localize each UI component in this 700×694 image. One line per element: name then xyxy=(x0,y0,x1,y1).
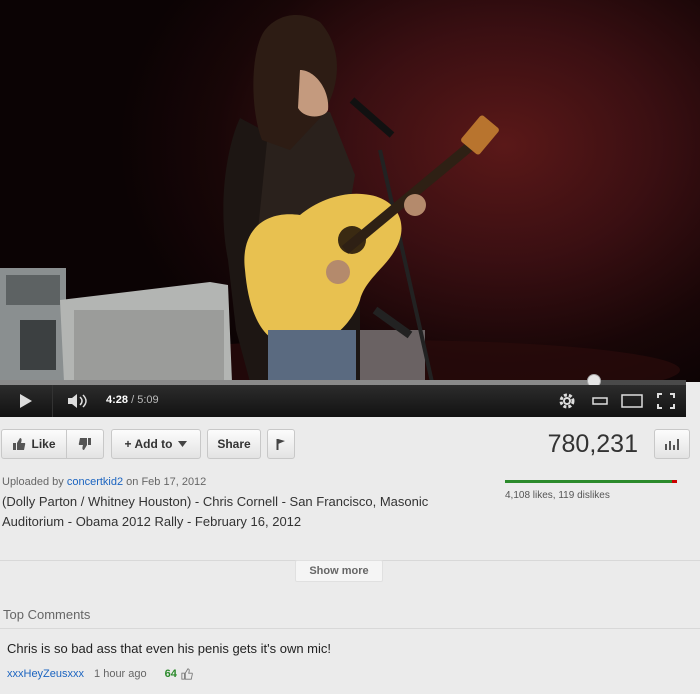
like-ratio-bar xyxy=(505,480,677,483)
video-description: (Dolly Parton / Whitney Houston) - Chris… xyxy=(2,494,429,529)
uploader-link[interactable]: concertkid2 xyxy=(67,476,123,488)
uploaded-prefix: Uploaded by xyxy=(2,476,64,488)
thumbs-up-icon[interactable] xyxy=(181,668,193,680)
duration: / 5:09 xyxy=(131,394,159,406)
thumbs-up-icon xyxy=(13,438,26,450)
divider xyxy=(0,628,700,629)
dislike-button[interactable] xyxy=(66,429,104,459)
comments-section-title: Top Comments xyxy=(3,607,91,622)
video-frame[interactable] xyxy=(0,0,700,382)
uploaded-by: Uploaded by concertkid2 on Feb 17, 2012 xyxy=(2,476,206,488)
volume-icon xyxy=(68,394,87,408)
small-player-button[interactable] xyxy=(588,385,612,417)
stats-button[interactable] xyxy=(654,429,690,459)
like-ratio-fill xyxy=(505,480,673,483)
large-player-button[interactable] xyxy=(618,385,646,417)
comment-author[interactable]: xxxHeyZeusxxx xyxy=(7,668,84,680)
play-icon xyxy=(20,394,32,408)
small-player-icon xyxy=(592,397,608,405)
thumbs-down-icon xyxy=(78,438,91,450)
settings-button[interactable] xyxy=(554,385,580,417)
like-button[interactable]: Like xyxy=(1,429,67,459)
share-button[interactable]: Share xyxy=(207,429,261,459)
dropdown-arrow-icon xyxy=(178,441,188,447)
video-still-image xyxy=(0,15,680,382)
large-player-icon xyxy=(621,394,643,408)
time-display: 4:28 / 5:09 xyxy=(106,394,159,406)
like-label: Like xyxy=(31,437,56,451)
stats-bars-icon xyxy=(665,439,679,450)
comment-score: 64 xyxy=(164,668,177,680)
comment-text: Chris is so bad ass that even his penis … xyxy=(7,641,332,656)
comment-meta: xxxHeyZeusxxx 1 hour ago 64 xyxy=(7,668,193,680)
fullscreen-button[interactable] xyxy=(652,385,680,417)
play-button[interactable] xyxy=(0,385,53,417)
upload-date: on Feb 17, 2012 xyxy=(126,476,207,488)
likes-summary: 4,108 likes, 119 dislikes xyxy=(505,490,610,501)
comment-time: 1 hour ago xyxy=(94,668,147,680)
show-more-button[interactable]: Show more xyxy=(295,560,383,582)
view-count: 780,231 xyxy=(547,430,638,458)
add-to-label: + Add to xyxy=(124,437,173,451)
flag-button[interactable] xyxy=(267,429,295,459)
share-label: Share xyxy=(217,437,251,451)
flag-icon xyxy=(276,439,285,450)
player-controls: 4:28 / 5:09 xyxy=(0,385,686,417)
add-to-button[interactable]: + Add to xyxy=(111,429,201,459)
gear-icon xyxy=(559,393,575,409)
current-time: 4:28 xyxy=(106,394,129,406)
fullscreen-icon xyxy=(657,393,675,409)
volume-button[interactable] xyxy=(60,385,100,417)
